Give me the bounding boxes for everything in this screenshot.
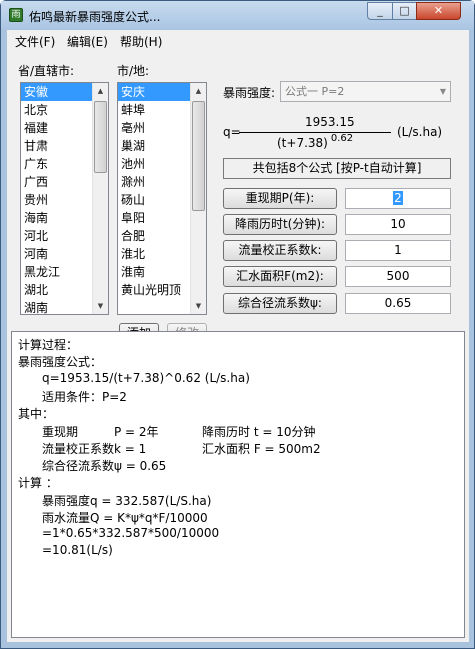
param-area-label[interactable]: 汇水面积F(m2):: [223, 266, 337, 287]
title-bar[interactable]: 雨 佑鸣最新暴雨强度公式... _ □ ✕: [1, 1, 474, 30]
param-correction-label[interactable]: 流量校正系数k:: [223, 240, 337, 261]
scroll-down-arrow-icon[interactable]: ▼: [93, 298, 108, 314]
formula-label: 暴雨强度:: [223, 86, 276, 100]
menu-file[interactable]: 文件(F): [15, 33, 55, 50]
province-list[interactable]: 安徽 北京 福建 甘肃 广东 广西 贵州 海南 河北 河南 黑龙江 湖北 湖南 ▲ ▼: [20, 82, 109, 315]
city-scrollbar[interactable]: ▲ ▼: [190, 83, 206, 314]
process-runoff: 综合径流系数ψ = 0.65: [42, 459, 167, 473]
input-panel: 省/直辖市: 安徽 北京 福建 甘肃 广东 广西 贵州 海南 河北 河南 黑龙江 湖北 湖南 ▲ ▼ 市…: [7, 51, 469, 347]
process-condition: 适用条件：P=2: [42, 390, 127, 404]
city-list[interactable]: 安庆 蚌埠 亳州 巢湖 池州 滁州 砀山 阜阳 合肥 淮北 淮南 黄山光明顶 ▲ ▼: [117, 82, 207, 315]
runoff-field[interactable]: 0.65: [345, 293, 451, 314]
scroll-thumb[interactable]: [94, 101, 107, 173]
param-duration-label[interactable]: 降雨历时t(分钟):: [223, 214, 337, 235]
calculation-output[interactable]: 计算过程： 暴雨强度公式： q=1953.15/(t+7.38)^0.62 (L…: [11, 331, 465, 638]
process-calc-heading: 计算 ：: [18, 476, 58, 490]
param-runoff-label[interactable]: 综合径流系数ψ:: [223, 293, 337, 314]
chevron-down-icon[interactable]: ▼: [440, 82, 446, 101]
menu-help[interactable]: 帮助(H): [120, 33, 162, 50]
process-return-value: P = 2年: [114, 425, 159, 439]
formula-unit: (L/s.ha): [397, 125, 443, 139]
process-flow-formula: 雨水流量Q = K*ψ*q*F/10000: [42, 511, 208, 525]
menu-bar: 文件(F) 编辑(E) 帮助(H): [7, 30, 469, 50]
client-area: 文件(F) 编辑(E) 帮助(H) 省/直辖市: 安徽 北京 福建 甘肃 广东 广西 贵州海…: [7, 30, 469, 642]
process-formula: q=1953.15/(t+7.38)^0.62 (L/s.ha): [42, 371, 250, 385]
process-title: 计算过程：: [18, 338, 79, 352]
minimize-button[interactable]: _: [367, 2, 393, 20]
province-label: 省/直辖市:: [18, 64, 75, 78]
process-where: 其中：: [18, 407, 55, 421]
process-flow-result: =10.81(L/s): [42, 543, 113, 557]
scroll-up-arrow-icon[interactable]: ▲: [93, 83, 108, 99]
app-window: 雨 佑鸣最新暴雨强度公式... _ □ ✕ 文件(F) 编辑(E) 帮助(H) …: [0, 0, 475, 649]
scroll-down-arrow-icon[interactable]: ▼: [191, 298, 206, 314]
fraction-line: [239, 132, 391, 133]
scroll-up-arrow-icon[interactable]: ▲: [191, 83, 206, 99]
area-field[interactable]: 500: [345, 266, 451, 287]
app-icon: 雨: [9, 8, 23, 22]
formula-exponent: 0.62: [330, 133, 354, 144]
correction-field[interactable]: 1: [345, 240, 451, 261]
process-correction: 流量校正系数k = 1: [42, 442, 147, 456]
process-return-label: 重现期: [42, 425, 79, 439]
formula-select[interactable]: 公式一 P=2 ▼: [280, 81, 451, 102]
process-formula-heading: 暴雨强度公式：: [18, 355, 103, 369]
maximize-button[interactable]: □: [392, 2, 417, 20]
province-scrollbar[interactable]: ▲ ▼: [92, 83, 108, 314]
close-button[interactable]: ✕: [416, 2, 461, 20]
formula-numerator: 1953.15: [305, 115, 355, 129]
return-period-field[interactable]: 2: [345, 188, 451, 209]
menu-edit[interactable]: 编辑(E): [67, 33, 108, 50]
process-flow-substitution: =1*0.65*332.587*500/10000: [42, 526, 220, 540]
duration-field[interactable]: 10: [345, 214, 451, 235]
city-label: 市/地:: [117, 64, 150, 78]
window-title: 佑鸣最新暴雨强度公式...: [29, 10, 161, 24]
scroll-thumb[interactable]: [192, 101, 205, 211]
process-area: 汇水面积 F = 500m2: [202, 442, 321, 456]
process-intensity: 暴雨强度q = 332.587(L/S.ha): [42, 494, 212, 508]
param-return-period-label[interactable]: 重现期P(年):: [223, 188, 337, 209]
formula-count-info: 共包括8个公式 [按P-t自动计算]: [223, 158, 451, 179]
process-duration: 降雨历时 t = 10分钟: [202, 425, 316, 439]
formula-denominator: (t+7.38) 0.62: [277, 133, 354, 150]
formula-select-value: 公式一 P=2: [285, 85, 345, 98]
